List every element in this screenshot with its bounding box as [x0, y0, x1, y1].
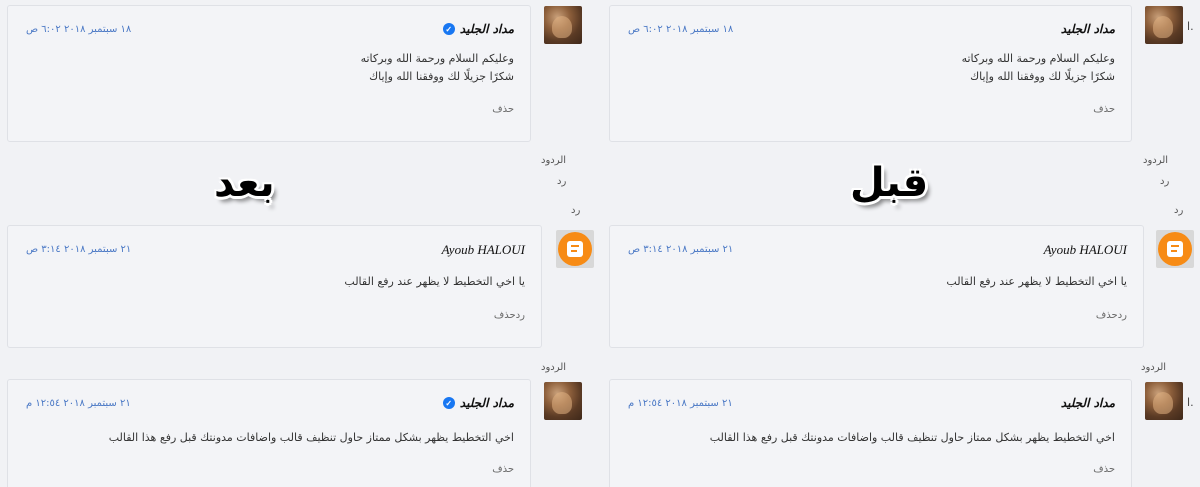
replies-heading: الردود	[1141, 362, 1167, 373]
author-avatar[interactable]	[544, 382, 582, 420]
comment-text-line: اخي التخطيط يظهر بشكل ممتاز حاول تنظيف ق…	[108, 431, 514, 444]
reply-link[interactable]: رد	[571, 205, 580, 216]
reply-link[interactable]: رد	[1174, 205, 1183, 216]
truncated-text: ا.	[1187, 20, 1194, 33]
reply-link[interactable]: رد	[1160, 176, 1169, 187]
comment-text-line: يا اخي التخطيط لا يظهر عند رفع القالب	[344, 275, 525, 288]
author-name[interactable]: Ayoub HALOUI	[442, 242, 525, 258]
truncated-text: ا.	[1187, 396, 1194, 409]
comment-card: Ayoub HALOUI ٢١ سبتمبر ٢٠١٨ ٣:١٤ ص يا اخ…	[609, 225, 1144, 348]
comment-text-line: شكرًا جزيلًا لك ووفقنا الله وإياك	[970, 70, 1115, 83]
reply-delete-links[interactable]: ردحذف	[494, 310, 525, 321]
comment-text-line: يا اخي التخطيط لا يظهر عند رفع القالب	[946, 275, 1127, 288]
comment-date[interactable]: ١٨ سبتمبر ٢٠١٨ ٦:٠٢ ص	[26, 24, 131, 35]
comment-text-line: اخي التخطيط يظهر بشكل ممتاز حاول تنظيف ق…	[709, 431, 1115, 444]
verified-badge-icon: ✓	[442, 397, 455, 409]
delete-link[interactable]: حذف	[492, 104, 514, 115]
comment-date[interactable]: ٢١ سبتمبر ٢٠١٨ ١٢:٥٤ م	[628, 398, 733, 409]
author-avatar[interactable]	[544, 6, 582, 44]
reply-link[interactable]: رد	[557, 176, 566, 187]
delete-link[interactable]: حذف	[492, 464, 514, 475]
comment-card: مداد الجليد ٢١ سبتمبر ٢٠١٨ ١٢:٥٤ م اخي ا…	[609, 379, 1132, 487]
blogger-icon	[1158, 232, 1192, 266]
verified-badge-icon: ✓	[442, 23, 455, 35]
author-name[interactable]: مداد الجليد ✓	[442, 22, 514, 36]
before-label: قبل	[850, 160, 929, 206]
blogger-avatar[interactable]	[1156, 230, 1194, 268]
delete-link[interactable]: حذف	[1093, 104, 1115, 115]
replies-heading: الردود	[1143, 155, 1169, 166]
author-name[interactable]: Ayoub HALOUI	[1044, 242, 1127, 258]
comment-card: مداد الجليد ١٨ سبتمبر ٢٠١٨ ٦:٠٢ ص وعليكم…	[609, 5, 1132, 142]
comment-date[interactable]: ٢١ سبتمبر ٢٠١٨ ٣:١٤ ص	[628, 244, 733, 255]
author-avatar[interactable]	[1145, 382, 1183, 420]
blogger-icon	[558, 232, 592, 266]
author-name-text[interactable]: مداد الجليد	[460, 396, 514, 410]
author-name[interactable]: مداد الجليد	[1061, 22, 1115, 36]
comment-date[interactable]: ٢١ سبتمبر ٢٠١٨ ٣:١٤ ص	[26, 244, 131, 255]
comment-date[interactable]: ٢١ سبتمبر ٢٠١٨ ١٢:٥٤ م	[26, 398, 131, 409]
author-name-text[interactable]: مداد الجليد	[460, 22, 514, 36]
comment-text-line: شكرًا جزيلًا لك ووفقنا الله وإياك	[369, 70, 514, 83]
author-name[interactable]: مداد الجليد ✓	[442, 396, 514, 410]
after-panel: مداد الجليد ✓ ١٨ سبتمبر ٢٠١٨ ٦:٠٢ ص وعلي…	[0, 0, 600, 487]
replies-heading: الردود	[541, 362, 567, 373]
after-label: بعد	[214, 160, 275, 206]
replies-heading: الردود	[541, 155, 567, 166]
delete-link[interactable]: حذف	[1093, 464, 1115, 475]
blogger-avatar[interactable]	[556, 230, 594, 268]
comment-text-line: وعليكم السلام ورحمة الله وبركاته	[961, 52, 1115, 65]
comment-card: Ayoub HALOUI ٢١ سبتمبر ٢٠١٨ ٣:١٤ ص يا اخ…	[7, 225, 542, 348]
author-avatar[interactable]	[1145, 6, 1183, 44]
comment-text-line: وعليكم السلام ورحمة الله وبركاته	[360, 52, 514, 65]
comment-date[interactable]: ١٨ سبتمبر ٢٠١٨ ٦:٠٢ ص	[628, 24, 733, 35]
before-panel: ا. مداد الجليد ١٨ سبتمبر ٢٠١٨ ٦:٠٢ ص وعل…	[600, 0, 1200, 487]
comment-card: مداد الجليد ✓ ١٨ سبتمبر ٢٠١٨ ٦:٠٢ ص وعلي…	[7, 5, 531, 142]
comment-card: مداد الجليد ✓ ٢١ سبتمبر ٢٠١٨ ١٢:٥٤ م اخي…	[7, 379, 531, 487]
reply-delete-links[interactable]: ردحذف	[1096, 310, 1127, 321]
author-name[interactable]: مداد الجليد	[1061, 396, 1115, 410]
